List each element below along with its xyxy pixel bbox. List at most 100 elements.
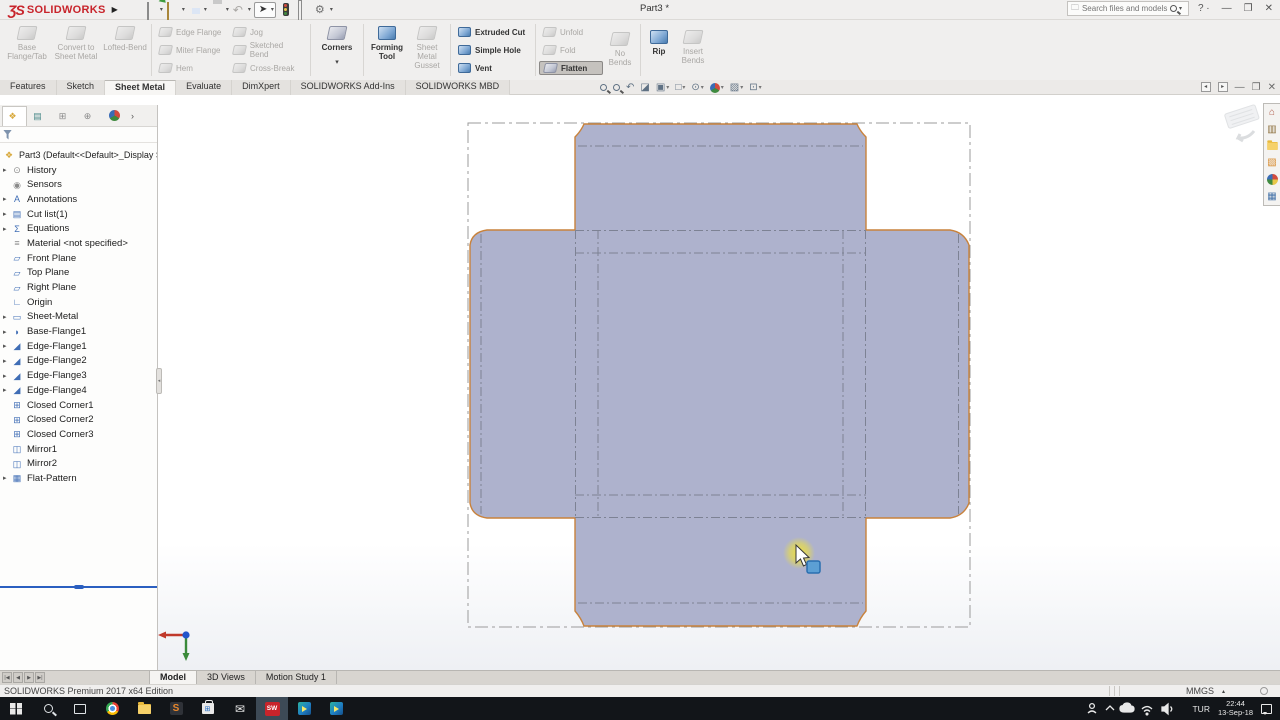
display-manager-tab[interactable] xyxy=(102,106,127,126)
undo-button[interactable]: ↶▾ xyxy=(232,2,252,18)
expand-arrow-icon[interactable]: ▸ xyxy=(3,166,11,174)
hide-show-items-icon[interactable]: ⊙▾ xyxy=(691,82,703,93)
tab-first-icon[interactable]: |◀ xyxy=(2,672,12,683)
miter-flange-button[interactable]: Miter Flange xyxy=(155,43,229,57)
taskbar-search-button[interactable] xyxy=(32,697,64,720)
tree-item-mirror1[interactable]: ◫Mirror1 xyxy=(0,442,157,457)
expand-arrow-icon[interactable]: ▸ xyxy=(3,386,11,394)
tree-item-edge-flange1[interactable]: ▸◢Edge-Flange1 xyxy=(0,339,157,354)
tab-dimxpert[interactable]: DimXpert xyxy=(232,80,291,95)
minimize-button[interactable]: — xyxy=(1219,3,1235,14)
close-button[interactable]: ✕ xyxy=(1262,3,1276,14)
file-explorer-icon[interactable] xyxy=(1264,138,1280,155)
doc-minimize-button[interactable]: — xyxy=(1235,82,1245,93)
mail-app-button[interactable]: ✉ xyxy=(224,697,256,720)
search-input[interactable] xyxy=(1082,4,1170,13)
expand-arrow-icon[interactable]: ▸ xyxy=(3,225,11,233)
view-palette-icon[interactable]: ▧ xyxy=(1264,154,1280,171)
rollback-bar[interactable] xyxy=(0,586,157,588)
action-center-icon[interactable] xyxy=(1261,704,1272,714)
model-tab[interactable]: Model xyxy=(149,671,197,684)
expand-arrow-icon[interactable]: ▸ xyxy=(3,474,11,482)
tree-item-annotations[interactable]: ▸AAnnotations xyxy=(0,192,157,207)
sketched-bend-button[interactable]: Sketched Bend xyxy=(229,43,307,57)
tree-item-material[interactable]: ≡Material <not specified> xyxy=(0,236,157,251)
tree-item-closed-corner1[interactable]: ⊞Closed Corner1 xyxy=(0,398,157,413)
tab-prev-icon[interactable]: ◀ xyxy=(13,672,23,683)
flatten-button[interactable]: Flatten xyxy=(539,61,603,75)
file-explorer-app-button[interactable] xyxy=(128,697,160,720)
expand-arrow-icon[interactable]: ▸ xyxy=(3,313,11,321)
zoom-to-area-icon[interactable] xyxy=(613,84,620,91)
tab-sheet-metal[interactable]: Sheet Metal xyxy=(105,80,176,95)
tree-item-closed-corner3[interactable]: ⊞Closed Corner3 xyxy=(0,427,157,442)
restore-button[interactable]: ❐ xyxy=(1241,3,1256,14)
motion-study-tab[interactable]: Motion Study 1 xyxy=(256,671,337,684)
tab-strip-more-icon[interactable]: › xyxy=(131,111,134,121)
display-style-icon[interactable]: □▾ xyxy=(675,82,685,93)
expand-arrow-icon[interactable]: ▸ xyxy=(3,357,11,365)
menu-expand-icon[interactable]: ▶ xyxy=(112,5,118,14)
store-app-button[interactable] xyxy=(192,697,224,720)
appearances-icon[interactable] xyxy=(1264,171,1280,188)
edge-flange-button[interactable]: Edge Flange xyxy=(155,25,229,39)
forming-tool-button[interactable]: Forming Tool xyxy=(367,22,407,78)
property-manager-tab[interactable]: ▤ xyxy=(27,106,52,126)
fold-button[interactable]: Fold xyxy=(539,43,603,57)
tree-item-top-plane[interactable]: ▱Top Plane xyxy=(0,266,157,281)
view-orientation-icon[interactable]: ▣▾ xyxy=(656,82,669,93)
expand-arrow-icon[interactable]: ▸ xyxy=(3,195,11,203)
tab-solidworks-mbd[interactable]: SOLIDWORKS MBD xyxy=(406,80,511,95)
tree-filter-row[interactable] xyxy=(0,127,157,143)
zoom-to-fit-icon[interactable] xyxy=(600,84,607,91)
sheet-metal-gusset-button[interactable]: Sheet Metal Gusset xyxy=(407,22,447,78)
section-view-icon[interactable]: ◪ xyxy=(640,82,649,93)
expand-arrow-icon[interactable]: ▸ xyxy=(3,342,11,350)
feature-tree-tab[interactable]: ❖ xyxy=(2,106,27,126)
tree-item-sheet-metal[interactable]: ▸▭Sheet-Metal xyxy=(0,310,157,325)
design-library-icon[interactable]: ▥ xyxy=(1264,121,1280,138)
3d-views-tab[interactable]: 3D Views xyxy=(197,671,256,684)
tab-evaluate[interactable]: Evaluate xyxy=(176,80,232,95)
search-box[interactable]: 🗀 ▾ xyxy=(1067,1,1189,16)
expand-arrow-icon[interactable]: ▸ xyxy=(3,328,11,336)
tree-item-origin[interactable]: ∟Origin xyxy=(0,295,157,310)
language-indicator[interactable]: TUR xyxy=(1192,704,1209,714)
tree-item-edge-flange2[interactable]: ▸◢Edge-Flange2 xyxy=(0,354,157,369)
tree-item-history[interactable]: ▸⊙History xyxy=(0,163,157,178)
solidworks-logo[interactable]: ƷS SOLIDWORKS ▶ xyxy=(0,0,122,20)
vent-button[interactable]: Vent xyxy=(454,61,532,75)
tab-next-icon[interactable]: ▶ xyxy=(24,672,34,683)
tree-item-edge-flange3[interactable]: ▸◢Edge-Flange3 xyxy=(0,368,157,383)
apply-scene-icon[interactable]: ▨▾ xyxy=(730,82,743,93)
doc-prev-icon[interactable]: ◂ xyxy=(1201,82,1211,92)
rebuild-button[interactable] xyxy=(278,2,294,18)
tree-item-equations[interactable]: ▸ΣEquations xyxy=(0,221,157,236)
tree-item-edge-flange4[interactable]: ▸◢Edge-Flange4 xyxy=(0,383,157,398)
rip-button[interactable]: Rip xyxy=(644,22,674,78)
tree-item-mirror2[interactable]: ◫Mirror2 xyxy=(0,456,157,471)
units-selector[interactable]: MMGS▴ xyxy=(1186,686,1225,696)
tab-sketch[interactable]: Sketch xyxy=(57,80,106,95)
graphics-viewport[interactable]: X xyxy=(0,95,1280,670)
hem-button[interactable]: Hem xyxy=(155,61,229,75)
lofted-bend-button[interactable]: Lofted-Bend xyxy=(102,22,148,78)
doc-restore-button[interactable]: ❐ xyxy=(1252,82,1261,93)
view-settings-icon[interactable]: ⊡▾ xyxy=(749,82,761,93)
file-properties-button[interactable] xyxy=(296,2,312,18)
panel-splitter-handle[interactable]: ◂ xyxy=(156,368,162,394)
tray-icons[interactable] xyxy=(1086,701,1184,717)
tree-item-front-plane[interactable]: ▱Front Plane xyxy=(0,251,157,266)
select-cursor-button[interactable]: ➤▾ xyxy=(254,2,276,18)
previous-view-icon[interactable]: ↶ xyxy=(626,82,634,93)
status-tag-icon[interactable] xyxy=(1260,687,1268,695)
print-button[interactable]: ▾ xyxy=(210,2,230,18)
expand-arrow-icon[interactable]: ▸ xyxy=(3,210,11,218)
flat-pattern-part[interactable] xyxy=(470,124,969,626)
base-flange-button[interactable]: Base Flange/Tab xyxy=(4,22,50,78)
tree-item-flat-pattern[interactable]: ▸▦Flat-Pattern xyxy=(0,471,157,486)
edit-appearance-icon[interactable]: ▾ xyxy=(710,83,724,93)
insert-bends-button[interactable]: Insert Bends xyxy=(674,22,712,78)
tree-root[interactable]: ❖Part3 (Default<<Default>_Display State xyxy=(0,148,157,163)
cross-break-button[interactable]: Cross-Break xyxy=(229,61,307,75)
